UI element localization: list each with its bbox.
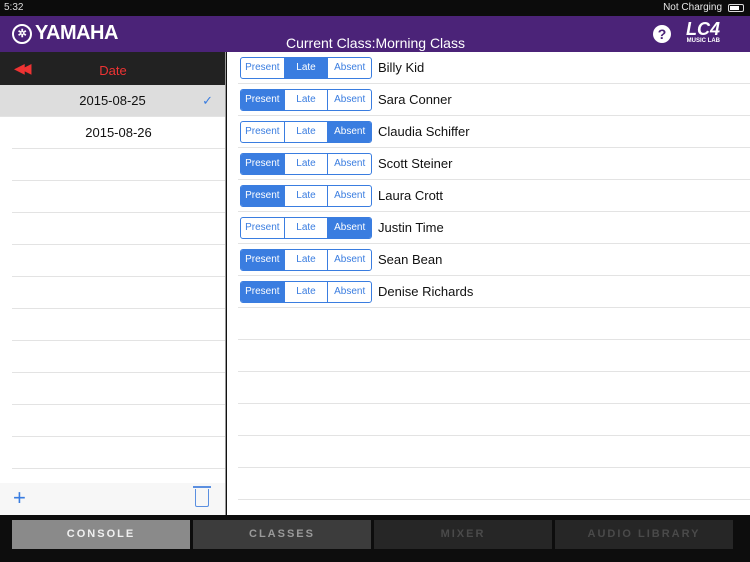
empty-row [238, 372, 750, 404]
student-row: Present Late Absent Sara Conner [238, 84, 750, 116]
student-row: Present Late Absent Billy Kid [238, 52, 750, 84]
segment-present[interactable]: Present [241, 282, 284, 302]
tuning-fork-icon: ✲ [12, 23, 32, 44]
student-name: Sara Conner [378, 92, 452, 107]
student-name: Justin Time [378, 220, 444, 235]
attendance-segmented-control[interactable]: Present Late Absent [240, 121, 372, 143]
date-row[interactable]: 2015-08-26 [12, 117, 225, 149]
attendance-segmented-control[interactable]: Present Late Absent [240, 281, 372, 303]
empty-row [238, 308, 750, 340]
empty-row [12, 277, 225, 309]
empty-row [12, 405, 225, 437]
attendance-segmented-control[interactable]: Present Late Absent [240, 185, 372, 207]
empty-row [12, 373, 225, 405]
student-row: Present Late Absent Justin Time [238, 212, 750, 244]
attendance-list: Present Late Absent Billy Kid Present Late Abs… [227, 52, 750, 515]
segment-late[interactable]: Late [283, 186, 328, 206]
date-toolbar: + [0, 483, 225, 515]
segment-absent[interactable]: Absent [327, 282, 371, 302]
battery-icon [728, 4, 744, 12]
student-name: Laura Crott [378, 188, 444, 203]
tab-mixer[interactable]: MIXER [374, 520, 552, 549]
student-row: Present Late Absent Claudia Schiffer [238, 116, 750, 148]
student-row: Present Late Absent Sean Bean [238, 244, 750, 276]
segment-absent[interactable]: Absent [327, 250, 371, 270]
empty-row [238, 468, 750, 500]
app-header: ✲ YAMAHA Current Class:Morning Class ? LC… [0, 16, 750, 52]
student-row: Present Late Absent Denise Richards [238, 276, 750, 308]
add-date-button[interactable]: + [13, 485, 26, 511]
student-row: Present Late Absent Laura Crott [238, 180, 750, 212]
charging-status: Not Charging [663, 2, 722, 13]
trash-icon[interactable] [193, 486, 211, 507]
segment-present[interactable]: Present [241, 122, 284, 142]
empty-row [12, 245, 225, 277]
student-name: Scott Steiner [378, 156, 453, 171]
segment-late[interactable]: Late [283, 58, 328, 78]
date-label: 2015-08-26 [85, 125, 152, 140]
empty-row [238, 436, 750, 468]
student-name: Sean Bean [378, 252, 443, 267]
empty-row [12, 437, 225, 469]
segment-late[interactable]: Late [283, 154, 328, 174]
empty-row [12, 181, 225, 213]
student-name: Denise Richards [378, 284, 474, 299]
yamaha-logo: ✲ YAMAHA [12, 22, 118, 45]
clock: 5:32 [4, 2, 24, 13]
help-button[interactable]: ? [653, 25, 671, 43]
checkmark-icon: ✓ [202, 93, 213, 108]
segment-late[interactable]: Late [283, 218, 328, 238]
segment-present[interactable]: Present [241, 90, 284, 110]
segment-late[interactable]: Late [283, 122, 328, 142]
attendance-segmented-control[interactable]: Present Late Absent [240, 57, 372, 79]
segment-present[interactable]: Present [241, 250, 284, 270]
empty-row [12, 309, 225, 341]
attendance-segmented-control[interactable]: Present Late Absent [240, 89, 372, 111]
date-row[interactable]: 2015-08-25 ✓ [0, 85, 225, 117]
segment-late[interactable]: Late [283, 90, 328, 110]
tab-bar: CONSOLE CLASSES MIXER AUDIO LIBRARY [0, 515, 750, 562]
lc4-logo: LC4 MUSIC LAB [686, 19, 721, 44]
page-title: Current Class:Morning Class [286, 35, 465, 51]
student-name: Billy Kid [378, 60, 425, 75]
empty-row [12, 213, 225, 245]
date-label: 2015-08-25 [79, 93, 146, 108]
date-title: Date [99, 63, 127, 78]
segment-present[interactable]: Present [241, 186, 284, 206]
segment-absent[interactable]: Absent [327, 218, 371, 238]
segment-absent[interactable]: Absent [327, 186, 371, 206]
segment-absent[interactable]: Absent [327, 154, 371, 174]
attendance-segmented-control[interactable]: Present Late Absent [240, 249, 372, 271]
tab-audio-library[interactable]: AUDIO LIBRARY [555, 520, 733, 549]
segment-late[interactable]: Late [283, 250, 328, 270]
student-name: Claudia Schiffer [378, 124, 470, 139]
attendance-segmented-control[interactable]: Present Late Absent [240, 153, 372, 175]
segment-absent[interactable]: Absent [327, 90, 371, 110]
segment-late[interactable]: Late [283, 282, 328, 302]
empty-row [12, 341, 225, 373]
empty-row [238, 340, 750, 372]
segment-present[interactable]: Present [241, 218, 284, 238]
segment-present[interactable]: Present [241, 58, 284, 78]
date-header: ◀◀ Date [0, 52, 225, 85]
student-row: Present Late Absent Scott Steiner [238, 148, 750, 180]
segment-present[interactable]: Present [241, 154, 284, 174]
status-bar: 5:32 Not Charging [0, 0, 750, 16]
empty-row [238, 404, 750, 436]
tab-classes[interactable]: CLASSES [193, 520, 371, 549]
date-panel: ◀◀ Date 2015-08-25 ✓ 2015-08-26 + [0, 52, 226, 515]
segment-absent[interactable]: Absent [327, 122, 371, 142]
empty-row [12, 149, 225, 181]
segment-absent[interactable]: Absent [327, 58, 371, 78]
attendance-segmented-control[interactable]: Present Late Absent [240, 217, 372, 239]
tab-console[interactable]: CONSOLE [12, 520, 190, 549]
